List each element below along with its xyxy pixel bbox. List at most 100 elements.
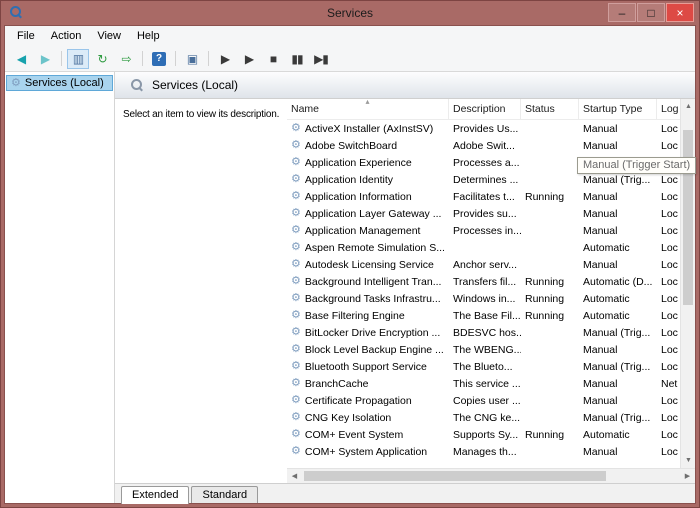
back-icon[interactable]: ◀	[10, 49, 32, 69]
service-name: Aspen Remote Simulation S...	[304, 241, 445, 254]
service-description-cell: Facilitates t...	[453, 190, 515, 203]
service-log-on-as-cell: Loc	[661, 207, 678, 220]
service-startup-type-cell: Manual	[583, 258, 618, 271]
service-startup-type-cell: Manual (Trig...	[583, 326, 651, 339]
service-name-cell: ⚙ Application Identity	[287, 171, 449, 188]
service-log-on-as-cell: Loc	[661, 139, 678, 152]
tab-standard[interactable]: Standard	[191, 486, 259, 503]
menu-help[interactable]: Help	[129, 27, 168, 45]
maximize-button[interactable]: □	[637, 3, 665, 22]
service-gear-icon: ⚙	[291, 292, 301, 304]
main-pane-header: Services (Local)	[115, 72, 695, 99]
show-console-tree-icon[interactable]: ▥	[67, 48, 89, 69]
service-status-cell	[521, 137, 579, 154]
startup-type-tooltip: Manual (Trigger Start)	[577, 157, 697, 174]
tree-item-services-local[interactable]: ⚙ Services (Local)	[6, 75, 113, 91]
service-status-cell: Running	[525, 309, 565, 322]
scroll-down-icon[interactable]: ▼	[681, 453, 696, 468]
service-gear-icon: ⚙	[291, 445, 301, 457]
service-gear-icon: ⚙	[291, 309, 301, 321]
service-gear-icon: ⚙	[291, 377, 301, 389]
titlebar[interactable]: Services – □ ×	[0, 0, 700, 25]
service-log-on-as-cell: Loc	[661, 122, 678, 135]
toolbar-icon-glyph: ▶	[220, 51, 230, 66]
service-name-cell: ⚙ COM+ Event System	[287, 426, 449, 443]
service-status-cell	[521, 205, 579, 222]
properties-icon[interactable]: ▣	[181, 49, 203, 69]
service-row[interactable]: ⚙ Certificate Propagation Copies user ...…	[287, 392, 680, 409]
service-gear-icon: ⚙	[291, 428, 301, 440]
service-status-cell: Running	[525, 190, 565, 203]
column-header-log-on-as[interactable]: Log	[657, 99, 680, 119]
service-row[interactable]: ⚙ BitLocker Drive Encryption ... BDESVC h…	[287, 324, 680, 341]
view-tab-label: Extended	[132, 489, 179, 501]
service-row[interactable]: ⚙ COM+ Event System Supports Sy... Runnin…	[287, 426, 680, 443]
service-startup-type-cell: Manual	[583, 377, 618, 390]
service-description-cell: Supports Sy...	[453, 428, 519, 441]
service-name: Certificate Propagation	[304, 394, 412, 407]
service-row[interactable]: ⚙ Application Management Processes in... …	[287, 222, 680, 239]
service-row[interactable]: ⚙ Autodesk Licensing Service Anchor serv.…	[287, 256, 680, 273]
service-row[interactable]: ⚙ Application Layer Gateway ... Provides …	[287, 205, 680, 222]
horizontal-scroll-thumb[interactable]	[304, 471, 607, 481]
service-gear-icon: ⚙	[291, 258, 301, 270]
vertical-scrollbar[interactable]: ▲ ▼	[680, 99, 695, 468]
toolbar-icon-glyph: ▶▮	[314, 51, 329, 66]
menu-action[interactable]: Action	[43, 27, 90, 45]
service-row[interactable]: ⚙ CNG Key Isolation The CNG ke... Manual …	[287, 409, 680, 426]
service-gear-icon: ⚙	[291, 411, 301, 423]
service-startup-type-cell: Manual	[583, 207, 618, 220]
toolbar-icon-glyph: ▣	[186, 51, 198, 66]
column-header-description[interactable]: Description	[449, 99, 521, 119]
export-list-icon[interactable]: ⇨	[115, 49, 137, 69]
service-log-on-as-cell: Loc	[661, 411, 678, 424]
service-status-cell	[521, 375, 579, 392]
menu-file[interactable]: File	[9, 27, 43, 45]
forward-icon[interactable]: ▶	[34, 49, 56, 69]
column-header-label: Log	[661, 103, 679, 115]
service-startup-type-cell: Automatic	[583, 241, 630, 254]
resume-service-icon[interactable]: ▶	[238, 49, 260, 69]
service-name: Application Management	[304, 224, 421, 237]
service-row[interactable]: ⚙ Background Intelligent Tran... Transfer…	[287, 273, 680, 290]
tab-extended[interactable]: Extended	[121, 486, 190, 504]
service-name-cell: ⚙ Aspen Remote Simulation S...	[287, 239, 449, 256]
service-name: Application Identity	[304, 173, 394, 186]
scroll-up-icon[interactable]: ▲	[681, 99, 696, 114]
service-status-cell	[521, 409, 579, 426]
service-row[interactable]: ⚙ Aspen Remote Simulation S... Automatic …	[287, 239, 680, 256]
service-row[interactable]: ⚙ Application Information Facilitates t..…	[287, 188, 680, 205]
horizontal-scroll-track[interactable]	[302, 469, 680, 483]
service-row[interactable]: ⚙ Bluetooth Support Service The Blueto...…	[287, 358, 680, 375]
service-row[interactable]: ⚙ Adobe SwitchBoard Adobe Swit... Manual …	[287, 137, 680, 154]
service-name-cell: ⚙ Base Filtering Engine	[287, 307, 449, 324]
service-log-on-as-cell: Loc	[661, 309, 678, 322]
service-name-cell: ⚙ BitLocker Drive Encryption ...	[287, 324, 449, 341]
column-header-name[interactable]: ▴ Name	[287, 99, 449, 119]
pause-service-icon[interactable]: ▮▮	[286, 49, 308, 69]
service-row[interactable]: ⚙ ActiveX Installer (AxInstSV) Provides U…	[287, 120, 680, 137]
stop-service-icon[interactable]: ■	[262, 49, 284, 69]
service-name: COM+ System Application	[304, 445, 428, 458]
service-name: Application Experience	[304, 156, 412, 169]
start-service-icon[interactable]: ▶	[214, 49, 236, 69]
horizontal-scrollbar[interactable]: ◀ ▶	[287, 468, 695, 483]
service-row[interactable]: ⚙ Base Filtering Engine The Base Fil... R…	[287, 307, 680, 324]
column-header-status[interactable]: Status	[521, 99, 579, 119]
help-icon[interactable]: ?	[148, 49, 170, 69]
menu-view[interactable]: View	[89, 27, 129, 45]
scroll-right-icon[interactable]: ▶	[680, 469, 695, 484]
restart-service-icon[interactable]: ▶▮	[310, 49, 332, 69]
service-description-cell: The CNG ke...	[453, 411, 521, 424]
service-row[interactable]: ⚙ Background Tasks Infrastru... Windows i…	[287, 290, 680, 307]
service-name: CNG Key Isolation	[304, 411, 392, 424]
service-row[interactable]: ⚙ BranchCache This service ... Manual Net	[287, 375, 680, 392]
service-row[interactable]: ⚙ Block Level Backup Engine ... The WBENG…	[287, 341, 680, 358]
close-button[interactable]: ×	[666, 3, 694, 22]
scroll-left-icon[interactable]: ◀	[287, 469, 302, 484]
column-header-startup-type[interactable]: Startup Type	[579, 99, 657, 119]
service-log-on-as-cell: Loc	[661, 343, 678, 356]
refresh-icon[interactable]: ↻	[91, 49, 113, 69]
service-row[interactable]: ⚙ COM+ System Application Manages th... M…	[287, 443, 680, 460]
minimize-button[interactable]: –	[608, 3, 636, 22]
